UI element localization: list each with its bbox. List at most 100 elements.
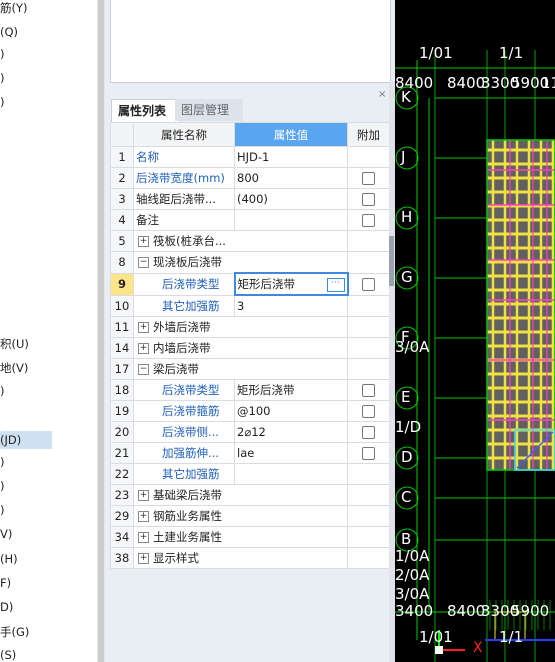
extra-checkbox[interactable] [362,172,375,185]
table-row[interactable]: 38 + 显示样式 [110,547,390,569]
table-row[interactable]: 22 其它加强筋 [110,463,390,485]
property-name: 其它加强筋 [133,294,235,317]
axis-label-top: 1/1 [499,44,524,62]
row-number: 2 [110,167,134,189]
tree-item[interactable]: ) [0,95,5,109]
extra-checkbox[interactable] [362,447,375,460]
table-row[interactable]: 14 + 内墙后浇带 [110,337,390,359]
left-scrollbar-thumb[interactable] [98,0,104,662]
axis-label-side: 2/0A [395,566,430,584]
tree-item[interactable]: (S) [0,648,16,662]
property-name-text: 基础梁后浇带 [153,488,222,502]
row-number: 4 [110,209,134,231]
table-row[interactable]: 3 轴线距后浇带... (400) [110,188,390,210]
tree-item[interactable]: V) [0,527,12,541]
tree-item[interactable]: 地(V) [0,360,28,376]
expand-icon[interactable]: + [138,511,149,522]
table-row[interactable]: 23 + 基础梁后浇带 [110,484,390,506]
property-name-text: 外墙后浇带 [153,320,211,334]
table-row[interactable]: 5 + 筏板(桩承台... [110,230,390,252]
cad-drawing-viewport[interactable]: 1/011/1840084003300590011KJHGFEDCB3/0A1/… [395,0,555,662]
table-row[interactable]: 8− 现浇板后浇带 [110,251,390,274]
close-icon[interactable]: × [378,89,386,100]
axis-label-bottom: 1/01 [419,628,453,646]
expand-icon[interactable]: + [138,490,149,501]
tree-item[interactable]: (H) [0,552,18,566]
more-options-icon[interactable]: ··· [326,278,345,292]
property-value[interactable]: ··· 矩形后浇带 [233,272,349,296]
property-name-text: 轴线距后浇带... [136,192,216,206]
tree-item[interactable]: (JD) [0,431,52,449]
property-value[interactable] [234,463,348,485]
extra-cell [347,167,390,189]
property-name-text: 其它加强筋 [162,298,220,313]
property-value[interactable] [234,209,348,231]
table-row[interactable]: 21 加强筋伸... lae [110,442,390,464]
property-name: − 梁后浇带 [133,358,348,380]
property-value[interactable]: 矩形后浇带 [234,379,348,401]
property-name-text: 后浇带类型 [162,277,220,291]
property-name-text: 名称 [136,150,159,164]
axis-label-bottom: 1/1 [499,628,524,646]
extra-checkbox[interactable] [362,426,375,439]
axis-label-top: 11 [541,74,555,92]
property-value[interactable]: 3 [234,294,348,317]
collapse-icon[interactable]: − [138,257,149,268]
expand-icon[interactable]: + [138,343,149,354]
collapse-icon[interactable]: − [138,364,149,375]
property-value[interactable]: @100 [234,400,348,422]
panel-scrollbar-thumb[interactable] [389,236,394,286]
expand-icon[interactable]: + [138,236,149,247]
table-row[interactable]: 4 备注 [110,209,390,231]
row-number: 18 [110,379,134,401]
tree-item[interactable]: 筋(Y) [0,0,28,16]
table-row[interactable]: 20 后浇带侧... 2⌀12 [110,421,390,443]
extra-cell [347,316,390,338]
table-row[interactable]: 29 + 钢筋业务属性 [110,505,390,527]
tree-item[interactable]: ) [0,47,5,61]
property-name: 后浇带类型 [133,272,235,296]
tree-item[interactable]: D) [0,600,13,614]
tab-layers[interactable]: 图层管理 [175,99,243,121]
tree-item[interactable]: ) [0,479,5,493]
tab-properties[interactable]: 属性列表 [111,99,181,122]
expand-icon[interactable]: + [138,553,149,564]
property-value[interactable]: (400) [234,188,348,210]
tree-item[interactable]: 手(G) [0,624,29,640]
property-value[interactable]: 2⌀12 [234,421,348,443]
extra-checkbox[interactable] [362,278,376,291]
tree-item[interactable]: ) [0,503,5,517]
row-number: 3 [110,188,134,210]
property-value[interactable]: HJD-1 [234,146,348,168]
extra-cell [347,484,390,506]
tree-item[interactable]: ) [0,384,5,398]
expand-icon[interactable]: + [138,322,149,333]
property-value-text: lae [237,446,255,460]
property-value[interactable]: lae [234,442,348,464]
table-row[interactable]: 34 + 土建业务属性 [110,526,390,548]
extra-checkbox[interactable] [362,193,375,206]
property-name-text: 内墙后浇带 [153,341,211,355]
extra-cell [347,272,390,296]
row-number: 38 [110,547,134,569]
table-row[interactable]: 18 后浇带类型 矩形后浇带 [110,379,390,401]
property-value[interactable]: 800 [234,167,348,189]
table-row[interactable]: 2 后浇带宽度(mm) 800 [110,167,390,189]
table-row[interactable]: 9 后浇带类型 ··· 矩形后浇带 [110,272,390,296]
tree-item[interactable]: ) [0,455,5,469]
table-row[interactable]: 17− 梁后浇带 [110,358,390,380]
expand-icon[interactable]: + [138,532,149,543]
extra-checkbox[interactable] [362,405,375,418]
tree-item[interactable]: (Q) [0,25,18,39]
table-row[interactable]: 11 + 外墙后浇带 [110,316,390,338]
tree-item[interactable]: ) [0,71,5,85]
tree-item[interactable]: F) [0,576,11,590]
property-value-text: 矩形后浇带 [237,277,296,291]
table-row[interactable]: 10 其它加强筋 3 [110,294,390,317]
table-row[interactable]: 19 后浇带箍筋 @100 [110,400,390,422]
extra-checkbox[interactable] [362,214,375,227]
tree-item[interactable]: 积(U) [0,336,29,352]
axis-label-bottom: 8400 [447,602,486,620]
extra-checkbox[interactable] [362,384,375,397]
table-row[interactable]: 1 名称 HJD-1 [110,146,390,168]
